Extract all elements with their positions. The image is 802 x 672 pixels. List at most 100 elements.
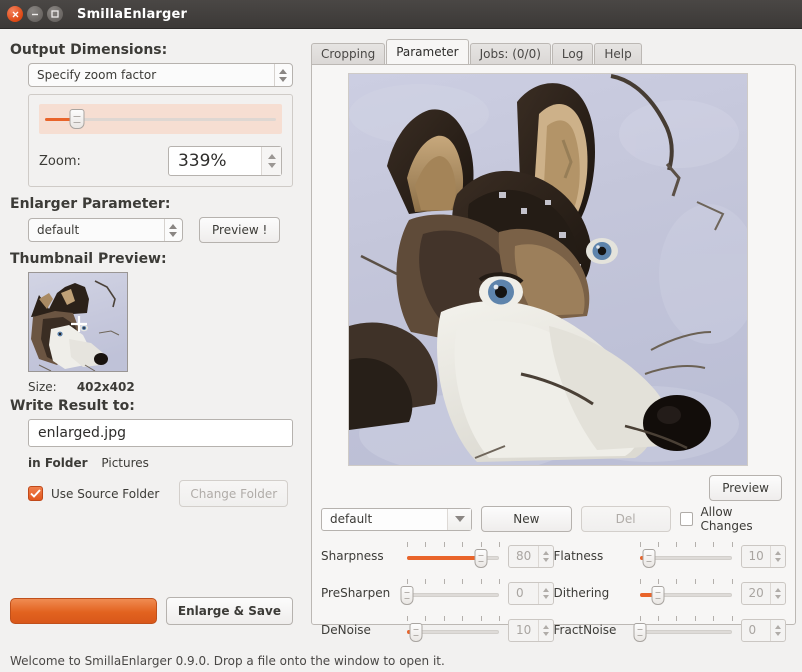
slider-row: Sharpness 80 Flatness 10 <box>321 542 786 570</box>
slider-value-spinbox-denoise[interactable]: 10 <box>508 618 554 642</box>
slider-handle[interactable] <box>400 586 414 605</box>
preview-button-row: Preview <box>709 475 782 501</box>
minimize-window-button[interactable] <box>27 6 43 22</box>
chevron-down-icon <box>542 594 549 599</box>
chevron-down-icon <box>454 516 465 522</box>
folder-value: Pictures <box>101 456 149 470</box>
slider-handle[interactable] <box>651 586 665 605</box>
delete-preset-button[interactable]: Del <box>580 506 671 532</box>
slider-control-sharpness[interactable] <box>407 542 500 570</box>
enlarge-and-save-button[interactable]: Enlarge & Save <box>165 597 293 625</box>
tab-cropping[interactable]: Cropping <box>311 43 386 64</box>
tab-help[interactable]: Help <box>594 43 642 64</box>
tab-jobs-0-0[interactable]: Jobs: (0/0) <box>469 43 551 64</box>
output-mode-combobox[interactable]: Specify zoom factor <box>28 63 293 87</box>
chevron-down-icon <box>775 594 781 599</box>
zoom-slider-handle[interactable] <box>69 109 85 129</box>
chevron-down-icon <box>775 557 781 562</box>
chevron-up-icon <box>542 587 549 592</box>
enlarger-parameter-heading: Enlarger Parameter: <box>10 196 171 212</box>
tab-bar: Cropping Parameter Jobs: (0/0) Log Help <box>305 38 802 64</box>
slider-track[interactable] <box>407 592 499 597</box>
preset-combobox[interactable]: default <box>321 507 473 531</box>
slider-value-spinbox-presharpen[interactable]: 0 <box>508 581 554 605</box>
use-source-folder-checkbox[interactable] <box>28 486 43 501</box>
chevron-down-icon <box>168 231 177 237</box>
slider-control-denoise[interactable] <box>407 616 500 644</box>
slider-rail <box>407 593 499 597</box>
size-value: 402x402 <box>76 380 135 394</box>
bottom-action-row: Enlarge & Save <box>10 597 293 625</box>
slider-ticks <box>639 616 733 622</box>
slider-label-flatness: Flatness <box>553 549 604 563</box>
slider-label-presharpen: PreSharpen <box>321 586 391 600</box>
slider-control-flatness[interactable] <box>639 542 733 570</box>
slider-control-dithering[interactable] <box>639 579 733 607</box>
chevron-up-icon <box>278 68 287 74</box>
use-source-folder-label: Use Source Folder <box>51 486 160 501</box>
preview-button[interactable]: Preview <box>709 475 782 501</box>
window-title: SmillaEnlarger <box>77 6 188 22</box>
slider-handle[interactable] <box>642 549 656 568</box>
change-folder-button[interactable]: Change Folder <box>179 480 289 507</box>
zoom-spinbox[interactable]: 339% <box>167 146 282 176</box>
tab-label: Parameter <box>396 45 459 59</box>
slider-handle[interactable] <box>409 623 423 642</box>
chevron-down-icon <box>775 631 781 636</box>
slider-control-fractnoise[interactable] <box>633 616 733 644</box>
slider-value-denoise: 10 <box>516 623 532 637</box>
chevron-up-icon <box>267 154 276 159</box>
slider-spin-arrows[interactable] <box>770 545 785 567</box>
chevron-down-icon <box>278 76 287 82</box>
parameter-tab-panel: Preview default New Del Allow Changes Sh… <box>311 64 796 642</box>
chevron-up-icon <box>542 624 549 629</box>
slider-rail <box>639 630 732 634</box>
output-mode-value: Specify zoom factor <box>37 68 157 82</box>
in-folder-label: in Folder <box>28 456 88 470</box>
slider-label-fractnoise: FractNoise <box>553 623 617 637</box>
main-preview-image[interactable] <box>348 73 748 466</box>
chevron-up-icon <box>775 624 781 629</box>
slider-value-spinbox-flatness[interactable]: 10 <box>740 544 786 568</box>
slider-value-sharpness: 80 <box>516 549 532 563</box>
slider-control-presharpen[interactable] <box>400 579 500 607</box>
allow-changes-checkbox[interactable] <box>679 512 694 526</box>
allow-changes-row[interactable]: Allow Changes <box>679 505 786 533</box>
zoom-slider[interactable] <box>39 104 282 134</box>
enlarger-parameter-combobox[interactable]: default <box>28 218 183 242</box>
slider-row: DeNoise 10 FractNoise 0 <box>321 616 786 644</box>
close-window-button[interactable] <box>7 6 23 22</box>
slider-spin-arrows[interactable] <box>770 582 785 604</box>
chevron-up-icon <box>775 587 781 592</box>
slider-label-denoise: DeNoise <box>321 623 371 637</box>
maximize-window-button[interactable] <box>47 6 63 22</box>
output-filename-input[interactable]: enlarged.jpg <box>28 419 293 447</box>
tab-log[interactable]: Log <box>551 43 594 64</box>
slider-value-spinbox-sharpness[interactable]: 80 <box>508 544 554 568</box>
husky-preview-graphic <box>349 74 747 465</box>
tab-label: Help <box>604 47 632 61</box>
slider-value-spinbox-dithering[interactable]: 20 <box>740 581 786 605</box>
output-mode-spin-arrows[interactable] <box>274 64 290 86</box>
parameter-controls-block: default New Del Allow Changes Sharpness 8… <box>321 505 786 642</box>
slider-spin-arrows[interactable] <box>537 582 553 604</box>
tab-parameter[interactable]: Parameter <box>386 39 469 64</box>
slider-spin-arrows[interactable] <box>770 619 785 641</box>
tab-label: Log <box>561 47 584 61</box>
thumbnail-preview-image[interactable] <box>28 272 128 372</box>
new-preset-button[interactable]: New <box>481 506 572 532</box>
enlarger-parameter-spin-arrows[interactable] <box>164 219 180 241</box>
slider-handle[interactable] <box>633 623 646 642</box>
slider-handle[interactable] <box>474 549 488 568</box>
preset-dropdown-button[interactable] <box>447 508 472 530</box>
zoom-slider-track[interactable] <box>45 109 276 129</box>
chevron-down-icon <box>542 631 549 636</box>
slider-value-spinbox-fractnoise[interactable]: 0 <box>740 618 786 642</box>
preview-exclaim-button[interactable]: Preview ! <box>199 217 281 243</box>
use-source-folder-row[interactable]: Use Source Folder Change Folder <box>28 480 293 507</box>
zoom-spin-arrows[interactable] <box>261 147 281 175</box>
slider-spin-arrows[interactable] <box>537 619 553 641</box>
slider-ticks <box>407 616 500 622</box>
slider-spin-arrows[interactable] <box>537 545 553 567</box>
slider-track[interactable] <box>639 629 732 634</box>
